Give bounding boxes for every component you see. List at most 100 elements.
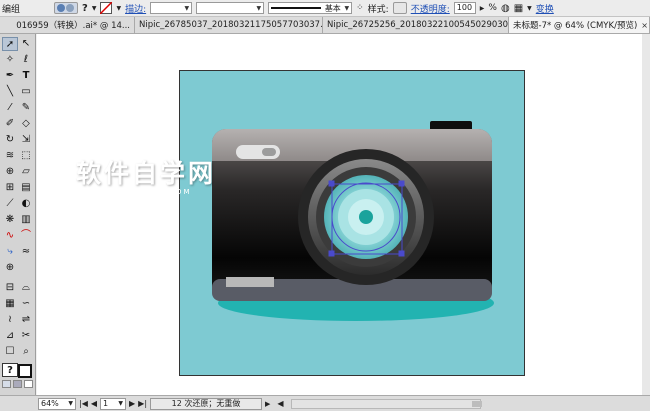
document-tab-active[interactable]: 未标题-7* @ 64% (CMYK/预览) × xyxy=(509,17,650,33)
rectangle-tool-icon[interactable]: ▭ xyxy=(18,85,34,99)
chevron-right-icon[interactable]: ▶ xyxy=(480,5,485,12)
prev-artboard-icon[interactable]: ◀ xyxy=(91,399,97,408)
help-question[interactable]: ? xyxy=(82,3,88,14)
stroke-swatch[interactable] xyxy=(100,2,113,14)
document-tab[interactable]: Nipic_26725256_20180322100545029030.ai* … xyxy=(323,17,533,33)
first-artboard-icon[interactable]: |◀ xyxy=(79,399,88,408)
slice-tool-icon[interactable]: ⌓ xyxy=(18,281,34,295)
fill-icon xyxy=(57,4,75,12)
pen-tool-icon[interactable]: ✒ xyxy=(2,69,18,83)
symbol-sprayer-tool-icon[interactable]: ❋ xyxy=(2,213,18,227)
align-icon[interactable]: ▦ xyxy=(514,3,523,14)
artboard[interactable] xyxy=(179,70,525,376)
document-tab[interactable]: 016959（转换）.ai* @ 14... xyxy=(0,17,135,33)
tools-panel: ➚ ↖ ✧ ℓ ✒ T ╲ ▭ ⁄ ✎ ✐ ◇ ↻ ⇲ ≋ ⬚ ⊕ ▱ ⊞ ▤ … xyxy=(0,34,36,398)
chevron-down-icon[interactable]: ▼ xyxy=(92,5,97,12)
brush-style-label: 基本 xyxy=(324,3,341,13)
recolor-icon[interactable]: ◍ xyxy=(501,3,510,14)
crosshair-target-icon[interactable]: ⊕ xyxy=(2,261,18,275)
scroll-left-icon[interactable]: ◀ xyxy=(277,399,283,408)
direct-selection-tool-icon[interactable]: ↖ xyxy=(18,37,34,51)
watermark-title: 软件自学网 xyxy=(76,159,217,188)
chart-tool-icon[interactable]: ▦ xyxy=(2,297,18,311)
canvas[interactable] xyxy=(37,34,650,395)
vertical-scrollbar[interactable] xyxy=(642,34,650,395)
free-transform-tool-icon[interactable]: ⬚ xyxy=(18,149,34,163)
pucker-tool-icon[interactable]: ≀ xyxy=(2,313,18,327)
curvature-tool-icon[interactable]: ⤷ xyxy=(2,245,18,259)
column-graph-tool-icon[interactable]: ▥ xyxy=(18,213,34,227)
scissors-tool-icon[interactable]: ✂ xyxy=(18,329,34,343)
blob-brush-tool-icon[interactable]: ✐ xyxy=(2,117,18,131)
illustrator-window: 编组 ? ▼ ▼ 描边: ▼ ▼ 基本 ▼ ⁘ 样式: 不透明度: 100 ▶ … xyxy=(0,0,650,411)
horizontal-scrollbar[interactable] xyxy=(290,398,482,409)
status-menu-arrow-icon[interactable]: ▶ xyxy=(265,400,270,408)
gradient-tool-icon[interactable]: ▤ xyxy=(18,181,34,195)
stroke-weight-dropdown[interactable]: ▼ xyxy=(150,2,193,14)
mesh-tool-icon[interactable]: ⊞ xyxy=(2,181,18,195)
variable-width-dropdown[interactable]: ▼ xyxy=(196,2,265,14)
chevron-down-icon: ▼ xyxy=(118,400,124,407)
transform-link[interactable]: 变换 xyxy=(536,2,554,15)
artboard-tool-icon[interactable]: ⊟ xyxy=(2,281,18,295)
style-label: 样式: xyxy=(367,4,389,15)
watermark-url: WWW.RJZXW.COM xyxy=(102,188,192,196)
bloat-tool-icon[interactable]: ⇌ xyxy=(18,313,34,327)
status-bar: 64% ▼ |◀ ◀ 1 ▼ ▶ ▶| 12 次还原；无重做 ▶ ◀ xyxy=(0,395,650,411)
zoom-dropdown[interactable]: 64% ▼ xyxy=(38,397,76,410)
scroll-thumb[interactable] xyxy=(471,400,482,407)
tab-label: 未标题-7* @ 64% (CMYK/预览) xyxy=(513,21,638,31)
chevron-down-icon: ▼ xyxy=(184,4,190,12)
paintbrush-tool-icon[interactable]: ⁄ xyxy=(2,101,18,115)
fill-stroke-swatches[interactable] xyxy=(10,356,34,378)
next-artboard-icon[interactable]: ▶ xyxy=(129,399,135,408)
document-tab-bar: 016959（转换）.ai* @ 14... Nipic_26785037_20… xyxy=(0,17,650,34)
graphic-style-button[interactable] xyxy=(392,2,407,14)
gradient-icon[interactable] xyxy=(13,380,22,388)
close-icon[interactable]: × xyxy=(641,21,648,30)
brush-definition-dropdown[interactable]: 基本 ▼ xyxy=(268,2,353,14)
percent-label: % xyxy=(488,3,497,13)
fill-swatch-button[interactable] xyxy=(54,2,79,14)
eraser-tool-icon[interactable]: ◇ xyxy=(18,117,34,131)
pencil-tool-icon[interactable]: ✎ xyxy=(18,101,34,115)
control-bar: 编组 ? ▼ ▼ 描边: ▼ ▼ 基本 ▼ ⁘ 样式: 不透明度: 100 ▶ … xyxy=(0,0,650,17)
rotate-tool-icon[interactable]: ↻ xyxy=(2,133,18,147)
twirl-tool-icon[interactable]: ∽ xyxy=(18,297,34,311)
selection-tool-icon[interactable]: ➚ xyxy=(2,37,18,51)
none-icon[interactable] xyxy=(24,380,33,388)
eyedropper-tool-icon[interactable]: ⟋ xyxy=(2,197,18,211)
smooth-tool-icon[interactable]: ≈ xyxy=(18,245,34,259)
scale-tool-icon[interactable]: ⇲ xyxy=(18,133,34,147)
stroke-preview xyxy=(271,7,322,9)
color-mode-icons[interactable] xyxy=(2,380,34,390)
knife-tool-icon[interactable]: ⊿ xyxy=(2,329,18,343)
camera-label-plate xyxy=(226,277,274,287)
document-tab[interactable]: Nipic_26785037_20180321175057703037.ai* … xyxy=(135,17,345,33)
width-tool-icon[interactable]: ⌒ xyxy=(18,229,34,243)
chevron-down-icon: ▼ xyxy=(68,400,73,407)
artboard-number-dropdown[interactable]: 1 ▼ xyxy=(100,397,127,410)
opacity-input[interactable]: 100 xyxy=(453,2,476,14)
perspective-tool-icon[interactable]: ▱ xyxy=(18,165,34,179)
magic-wand-tool-icon[interactable]: ✧ xyxy=(2,53,18,67)
status-readout[interactable]: 12 次还原；无重做 xyxy=(150,397,263,410)
warp-tool-icon[interactable]: ≋ xyxy=(2,149,18,163)
lens-center xyxy=(359,210,373,224)
style-grid-icon[interactable]: ⁘ xyxy=(356,3,364,13)
chevron-down-icon[interactable]: ▼ xyxy=(116,5,121,12)
last-artboard-icon[interactable]: ▶| xyxy=(138,399,147,408)
shape-builder-tool-icon[interactable]: ⊕ xyxy=(2,165,18,179)
chevron-down-icon[interactable]: ▼ xyxy=(527,5,532,12)
line-tool-icon[interactable]: ╲ xyxy=(2,85,18,99)
reshape-red-icon[interactable]: ∿ xyxy=(2,229,18,243)
color-icon[interactable] xyxy=(2,380,11,388)
lasso-tool-icon[interactable]: ℓ xyxy=(18,53,34,67)
type-tool-icon[interactable]: T xyxy=(18,69,34,83)
chevron-down-icon: ▼ xyxy=(344,4,350,12)
blend-tool-icon[interactable]: ◐ xyxy=(18,197,34,211)
watermark: 软件自学网 WWW.RJZXW.COM xyxy=(76,160,216,206)
opacity-link[interactable]: 不透明度: xyxy=(411,2,450,15)
tab-label: Nipic_26725256_20180322100545029030.ai* xyxy=(327,20,523,30)
stroke-link[interactable]: 描边: xyxy=(125,2,146,15)
